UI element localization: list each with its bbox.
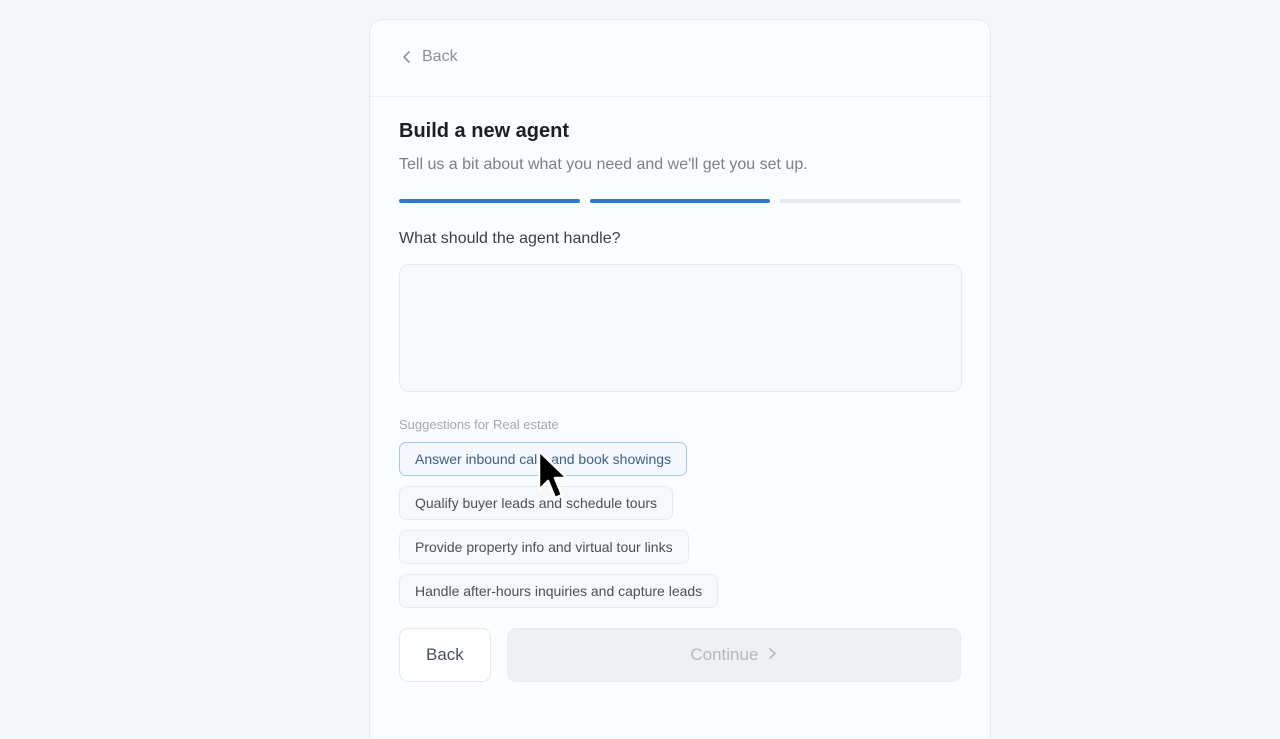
form-footer: Back Continue <box>399 628 961 682</box>
agent-builder-card: Back Build a new agent Tell us a bit abo… <box>369 19 991 739</box>
back-button[interactable]: Back <box>399 628 491 682</box>
progress-bar <box>399 199 962 203</box>
page-title: Build a new agent <box>399 120 570 142</box>
form-content: Build a new agent Tell us a bit about wh… <box>370 120 990 682</box>
card-header: Back <box>370 20 990 97</box>
continue-label: Continue <box>690 645 759 664</box>
chevron-left-icon <box>402 50 412 64</box>
suggestions-label: Suggestions for Real estate <box>399 417 559 432</box>
agent-task-input[interactable] <box>399 264 962 392</box>
header-back-label: Back <box>422 48 458 65</box>
progress-segment <box>399 199 580 203</box>
continue-button[interactable]: Continue <box>506 628 961 682</box>
header-back-link[interactable]: Back <box>402 48 458 66</box>
progress-segment <box>780 199 962 203</box>
progress-segment <box>589 199 771 203</box>
suggestion-chip[interactable]: Provide property info and virtual tour l… <box>399 530 689 564</box>
page-subtitle: Tell us a bit about what you need and we… <box>399 156 808 173</box>
chevron-right-icon <box>768 645 777 665</box>
suggestion-chip[interactable]: Qualify buyer leads and schedule tours <box>399 486 674 520</box>
suggestion-chip[interactable]: Answer inbound calls and book showings <box>399 442 688 476</box>
suggestion-chip[interactable]: Handle after-hours inquiries and capture… <box>399 574 719 608</box>
question-label: What should the agent handle? <box>399 230 621 247</box>
suggestion-list: Answer inbound calls and book showings Q… <box>399 442 961 608</box>
